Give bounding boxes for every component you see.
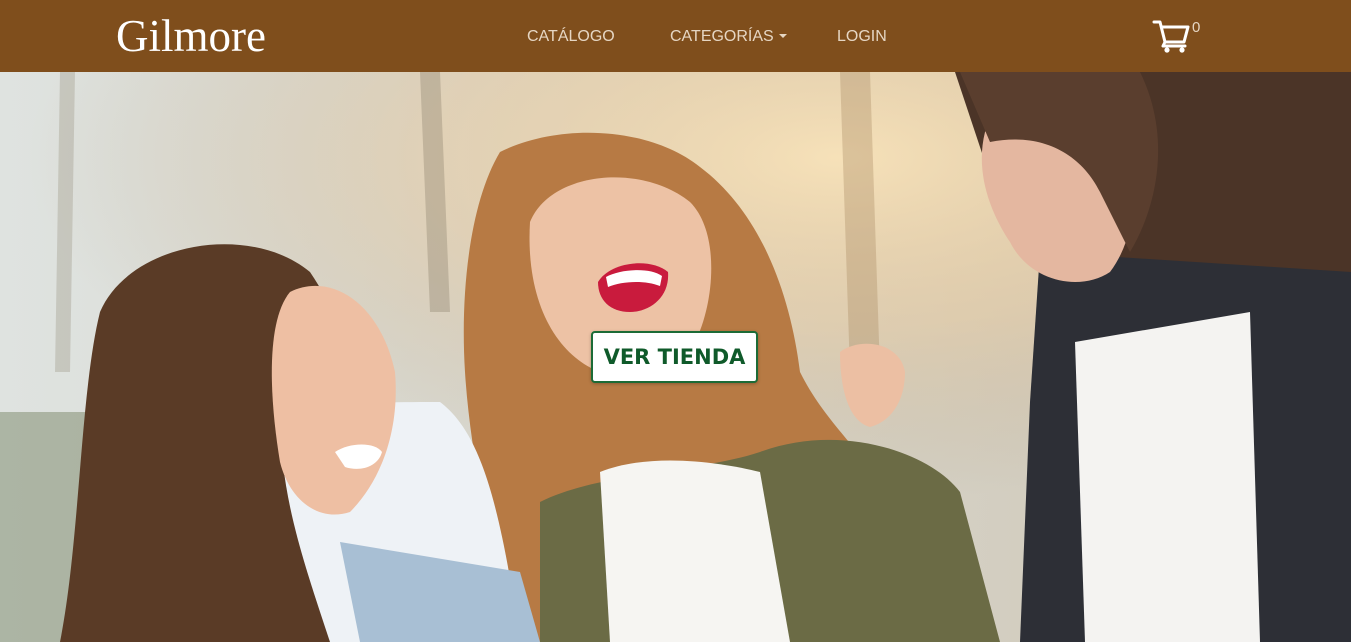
cart-count-badge: 0 xyxy=(1192,19,1201,36)
nav-link-catalogo-label: CATÁLOGO xyxy=(527,28,615,45)
nav-link-login-label: LOGIN xyxy=(837,28,887,45)
caret-down-icon xyxy=(778,34,787,38)
nav-link-login[interactable]: LOGIN xyxy=(837,26,887,48)
nav-link-categorias-dropdown[interactable]: CATEGORÍAS xyxy=(670,26,787,48)
navbar: Gilmore CATÁLOGO CATEGORÍAS LOGIN 0 xyxy=(0,0,1351,72)
nav-links: CATÁLOGO CATEGORÍAS LOGIN xyxy=(0,0,1351,72)
nav-link-categorias-label: CATEGORÍAS xyxy=(670,28,774,45)
ver-tienda-button[interactable]: VER TIENDA xyxy=(591,331,758,383)
hero-banner: VER TIENDA xyxy=(0,72,1351,642)
cart-button[interactable] xyxy=(1152,18,1192,54)
shopping-cart-icon xyxy=(1152,20,1190,53)
nav-link-catalogo[interactable]: CATÁLOGO xyxy=(527,26,615,48)
